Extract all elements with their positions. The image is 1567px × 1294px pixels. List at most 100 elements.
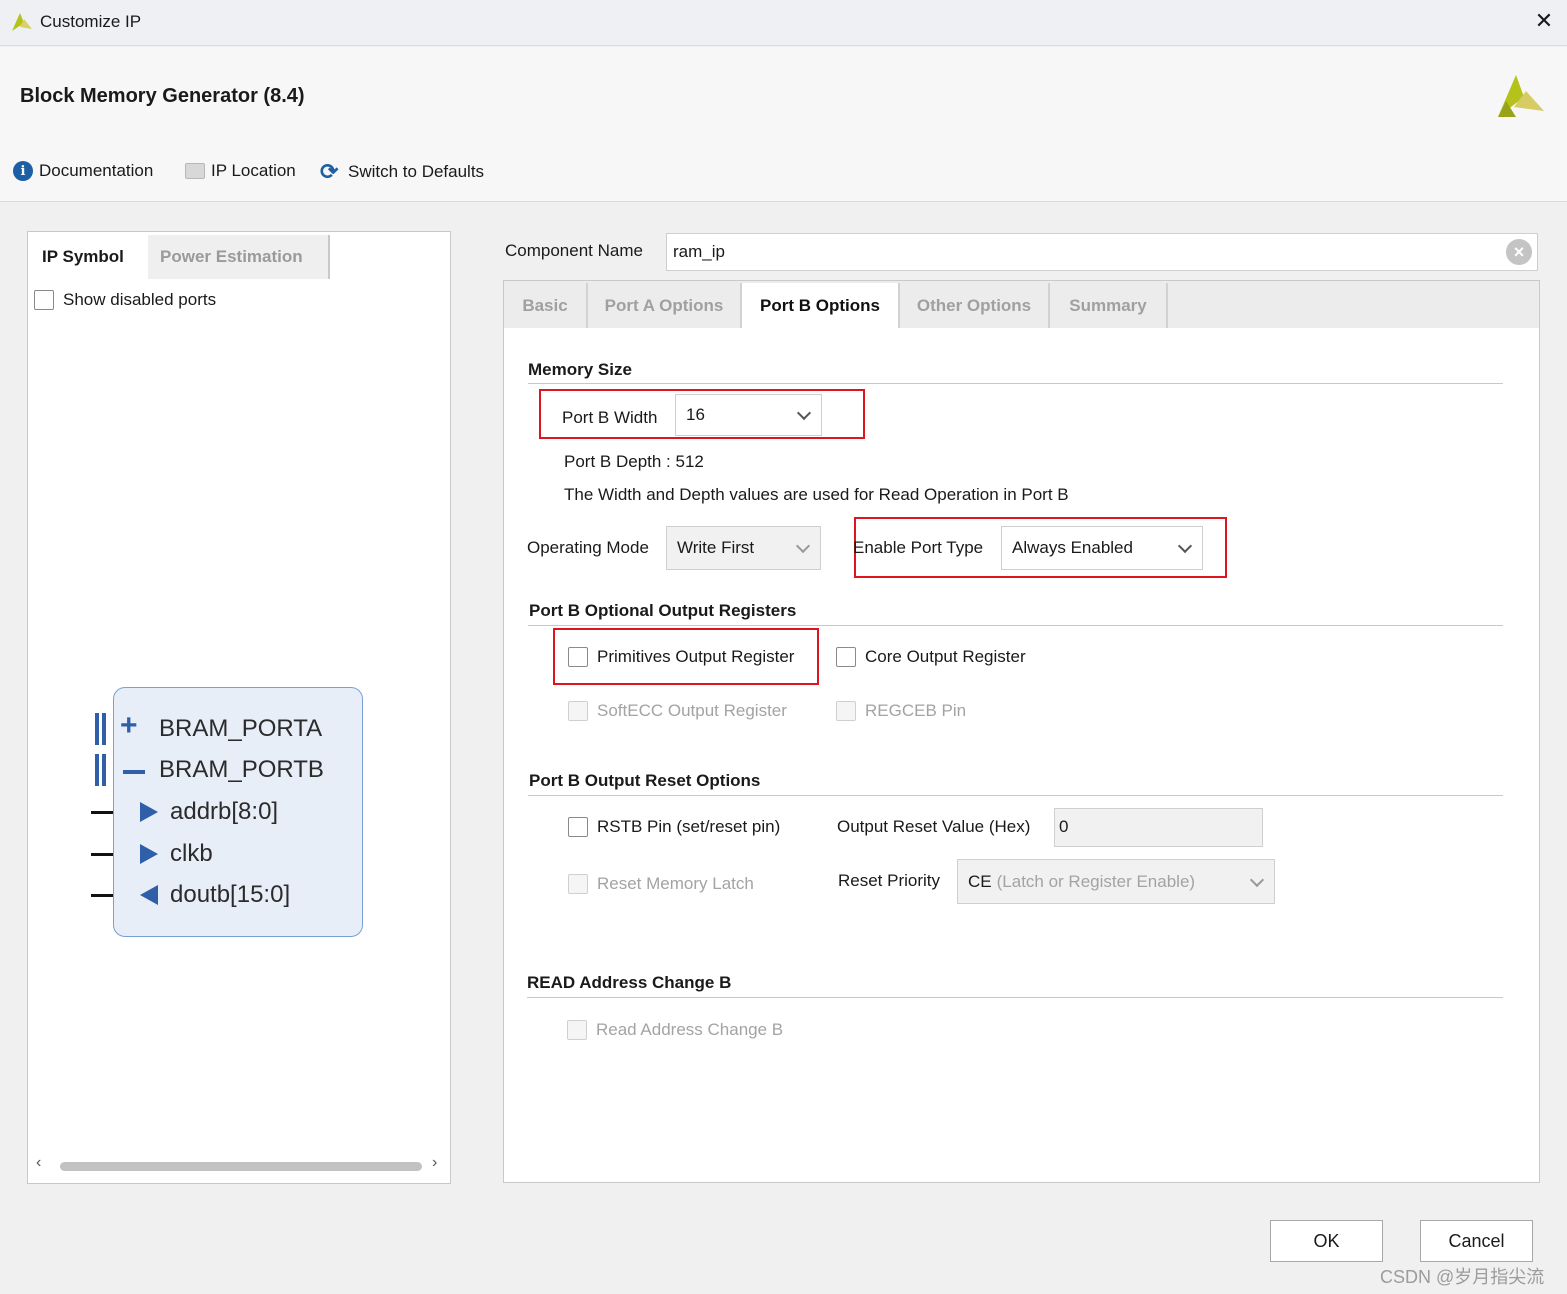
reset-priority-rest: (Latch or Register Enable) bbox=[996, 871, 1196, 891]
operating-mode-dropdown[interactable]: Write First bbox=[666, 526, 821, 570]
port-bram-portb: BRAM_PORTB bbox=[159, 756, 324, 783]
ok-button[interactable]: OK bbox=[1270, 1220, 1383, 1262]
read-address-change-label: Read Address Change B bbox=[596, 1020, 784, 1039]
reset-priority-dropdown: CE (Latch or Register Enable) bbox=[957, 859, 1275, 904]
section-divider bbox=[527, 997, 1503, 998]
documentation-button[interactable]: i Documentation bbox=[13, 161, 153, 181]
softecc-output-register-option: SoftECC Output Register bbox=[568, 701, 787, 721]
bus-marker bbox=[95, 713, 99, 745]
scroll-left-icon[interactable]: ‹ bbox=[36, 1154, 41, 1172]
core-output-register-checkbox[interactable] bbox=[836, 647, 856, 667]
watermark-text: CSDN @岁月指尖流 bbox=[1380, 1267, 1545, 1287]
tab-port-b-options[interactable]: Port B Options bbox=[742, 283, 900, 328]
output-reset-value-label: Output Reset Value (Hex) bbox=[837, 817, 1031, 836]
enable-port-type-value: Always Enabled bbox=[1012, 538, 1133, 557]
core-output-register-option[interactable]: Core Output Register bbox=[836, 647, 1026, 667]
section-divider bbox=[528, 383, 1503, 384]
port-b-width-value: 16 bbox=[686, 405, 705, 424]
section-memory-size: Memory Size bbox=[528, 360, 632, 379]
operating-mode-label: Operating Mode bbox=[527, 538, 649, 557]
scrollbar-thumb[interactable] bbox=[60, 1162, 422, 1171]
softecc-output-register-label: SoftECC Output Register bbox=[597, 701, 787, 720]
cancel-button[interactable]: Cancel bbox=[1420, 1220, 1533, 1262]
ip-symbol-diagram: + BRAM_PORTA BRAM_PORTB addrb[8:0] clkb … bbox=[85, 687, 365, 942]
output-arrow-icon bbox=[140, 885, 158, 905]
chevron-down-icon bbox=[1177, 538, 1193, 554]
title-bar: Customize IP ✕ bbox=[0, 0, 1567, 46]
port-line bbox=[91, 811, 113, 814]
port-clkb: clkb bbox=[170, 840, 213, 867]
show-disabled-ports-option[interactable]: Show disabled ports bbox=[34, 290, 216, 310]
show-disabled-ports-label: Show disabled ports bbox=[63, 290, 217, 309]
port-addrb: addrb[8:0] bbox=[170, 798, 279, 825]
switch-defaults-label: Switch to Defaults bbox=[348, 162, 485, 181]
input-arrow-icon bbox=[140, 844, 158, 864]
section-output-reset-options: Port B Output Reset Options bbox=[529, 771, 761, 790]
reset-memory-latch-checkbox bbox=[568, 874, 588, 894]
output-reset-value-input[interactable]: 0 bbox=[1054, 808, 1263, 847]
reset-memory-latch-label: Reset Memory Latch bbox=[597, 874, 754, 893]
port-b-width-dropdown[interactable]: 16 bbox=[675, 394, 822, 436]
port-doutb: doutb[15:0] bbox=[170, 881, 291, 908]
operating-mode-value: Write First bbox=[677, 538, 755, 557]
softecc-output-register-checkbox bbox=[568, 701, 588, 721]
ip-symbol-panel: IP Symbol Power Estimation Show disabled… bbox=[27, 231, 451, 1184]
reset-memory-latch-option: Reset Memory Latch bbox=[568, 874, 754, 894]
clear-icon[interactable]: × bbox=[1506, 239, 1532, 265]
window-title: Customize IP bbox=[40, 12, 142, 31]
tab-port-a-options[interactable]: Port A Options bbox=[588, 283, 742, 328]
folder-icon bbox=[185, 163, 205, 179]
tab-bar: Basic Port A Options Port B Options Othe… bbox=[504, 281, 1539, 328]
tab-basic[interactable]: Basic bbox=[504, 283, 588, 328]
reset-priority-ce: CE bbox=[968, 871, 992, 891]
section-read-address-change: READ Address Change B bbox=[527, 973, 732, 992]
regceb-pin-label: REGCEB Pin bbox=[865, 701, 967, 720]
component-name-label: Component Name bbox=[505, 241, 643, 260]
primitives-output-register-checkbox[interactable] bbox=[568, 647, 588, 667]
chevron-down-icon bbox=[795, 538, 811, 554]
horizontal-scrollbar[interactable]: ‹ › bbox=[34, 1154, 444, 1176]
rstb-pin-option[interactable]: RSTB Pin (set/reset pin) bbox=[568, 817, 780, 837]
port-line bbox=[91, 894, 113, 897]
reset-priority-label: Reset Priority bbox=[838, 871, 941, 890]
config-panel: Basic Port A Options Port B Options Othe… bbox=[503, 280, 1540, 1183]
scroll-right-icon[interactable]: › bbox=[432, 1154, 437, 1172]
section-optional-output-registers: Port B Optional Output Registers bbox=[529, 601, 797, 620]
read-address-change-option: Read Address Change B bbox=[567, 1020, 783, 1040]
bus-marker bbox=[95, 754, 99, 786]
port-b-width-label: Port B Width bbox=[562, 408, 658, 427]
port-bram-porta: BRAM_PORTA bbox=[159, 715, 323, 742]
tab-ip-symbol[interactable]: IP Symbol bbox=[30, 235, 148, 279]
read-address-change-checkbox bbox=[567, 1020, 587, 1040]
ip-location-button[interactable]: IP Location bbox=[185, 161, 296, 181]
core-output-register-label: Core Output Register bbox=[865, 647, 1026, 666]
port-line bbox=[91, 853, 113, 856]
rstb-pin-checkbox[interactable] bbox=[568, 817, 588, 837]
ip-location-label: IP Location bbox=[211, 161, 296, 180]
chevron-down-icon bbox=[1249, 872, 1265, 887]
page-title: Block Memory Generator (8.4) bbox=[20, 85, 305, 107]
regceb-pin-checkbox bbox=[836, 701, 856, 721]
collapse-icon[interactable] bbox=[123, 770, 145, 774]
primitives-output-register-label: Primitives Output Register bbox=[597, 647, 795, 666]
port-b-depth-text: Port B Depth : 512 bbox=[564, 452, 704, 471]
section-divider bbox=[528, 795, 1503, 796]
width-depth-note: The Width and Depth values are used for … bbox=[564, 485, 1069, 504]
vivado-logo-icon bbox=[12, 13, 32, 31]
documentation-label: Documentation bbox=[39, 161, 154, 180]
tab-power-estimation[interactable]: Power Estimation bbox=[148, 235, 330, 279]
tab-summary[interactable]: Summary bbox=[1050, 283, 1168, 328]
refresh-icon: ⟳ bbox=[320, 159, 339, 184]
show-disabled-ports-checkbox[interactable] bbox=[34, 290, 54, 310]
section-divider bbox=[528, 625, 1503, 626]
switch-defaults-button[interactable]: ⟳ Switch to Defaults bbox=[320, 161, 484, 183]
expand-icon[interactable]: + bbox=[120, 709, 138, 743]
primitives-output-register-option[interactable]: Primitives Output Register bbox=[568, 647, 794, 667]
regceb-pin-option: REGCEB Pin bbox=[836, 701, 966, 721]
chevron-down-icon bbox=[796, 405, 812, 421]
xilinx-logo-icon bbox=[1498, 75, 1544, 117]
enable-port-type-dropdown[interactable]: Always Enabled bbox=[1001, 526, 1203, 570]
component-name-input[interactable]: ram_ip bbox=[666, 233, 1538, 271]
close-icon[interactable]: ✕ bbox=[1533, 10, 1555, 32]
tab-other-options[interactable]: Other Options bbox=[900, 283, 1050, 328]
